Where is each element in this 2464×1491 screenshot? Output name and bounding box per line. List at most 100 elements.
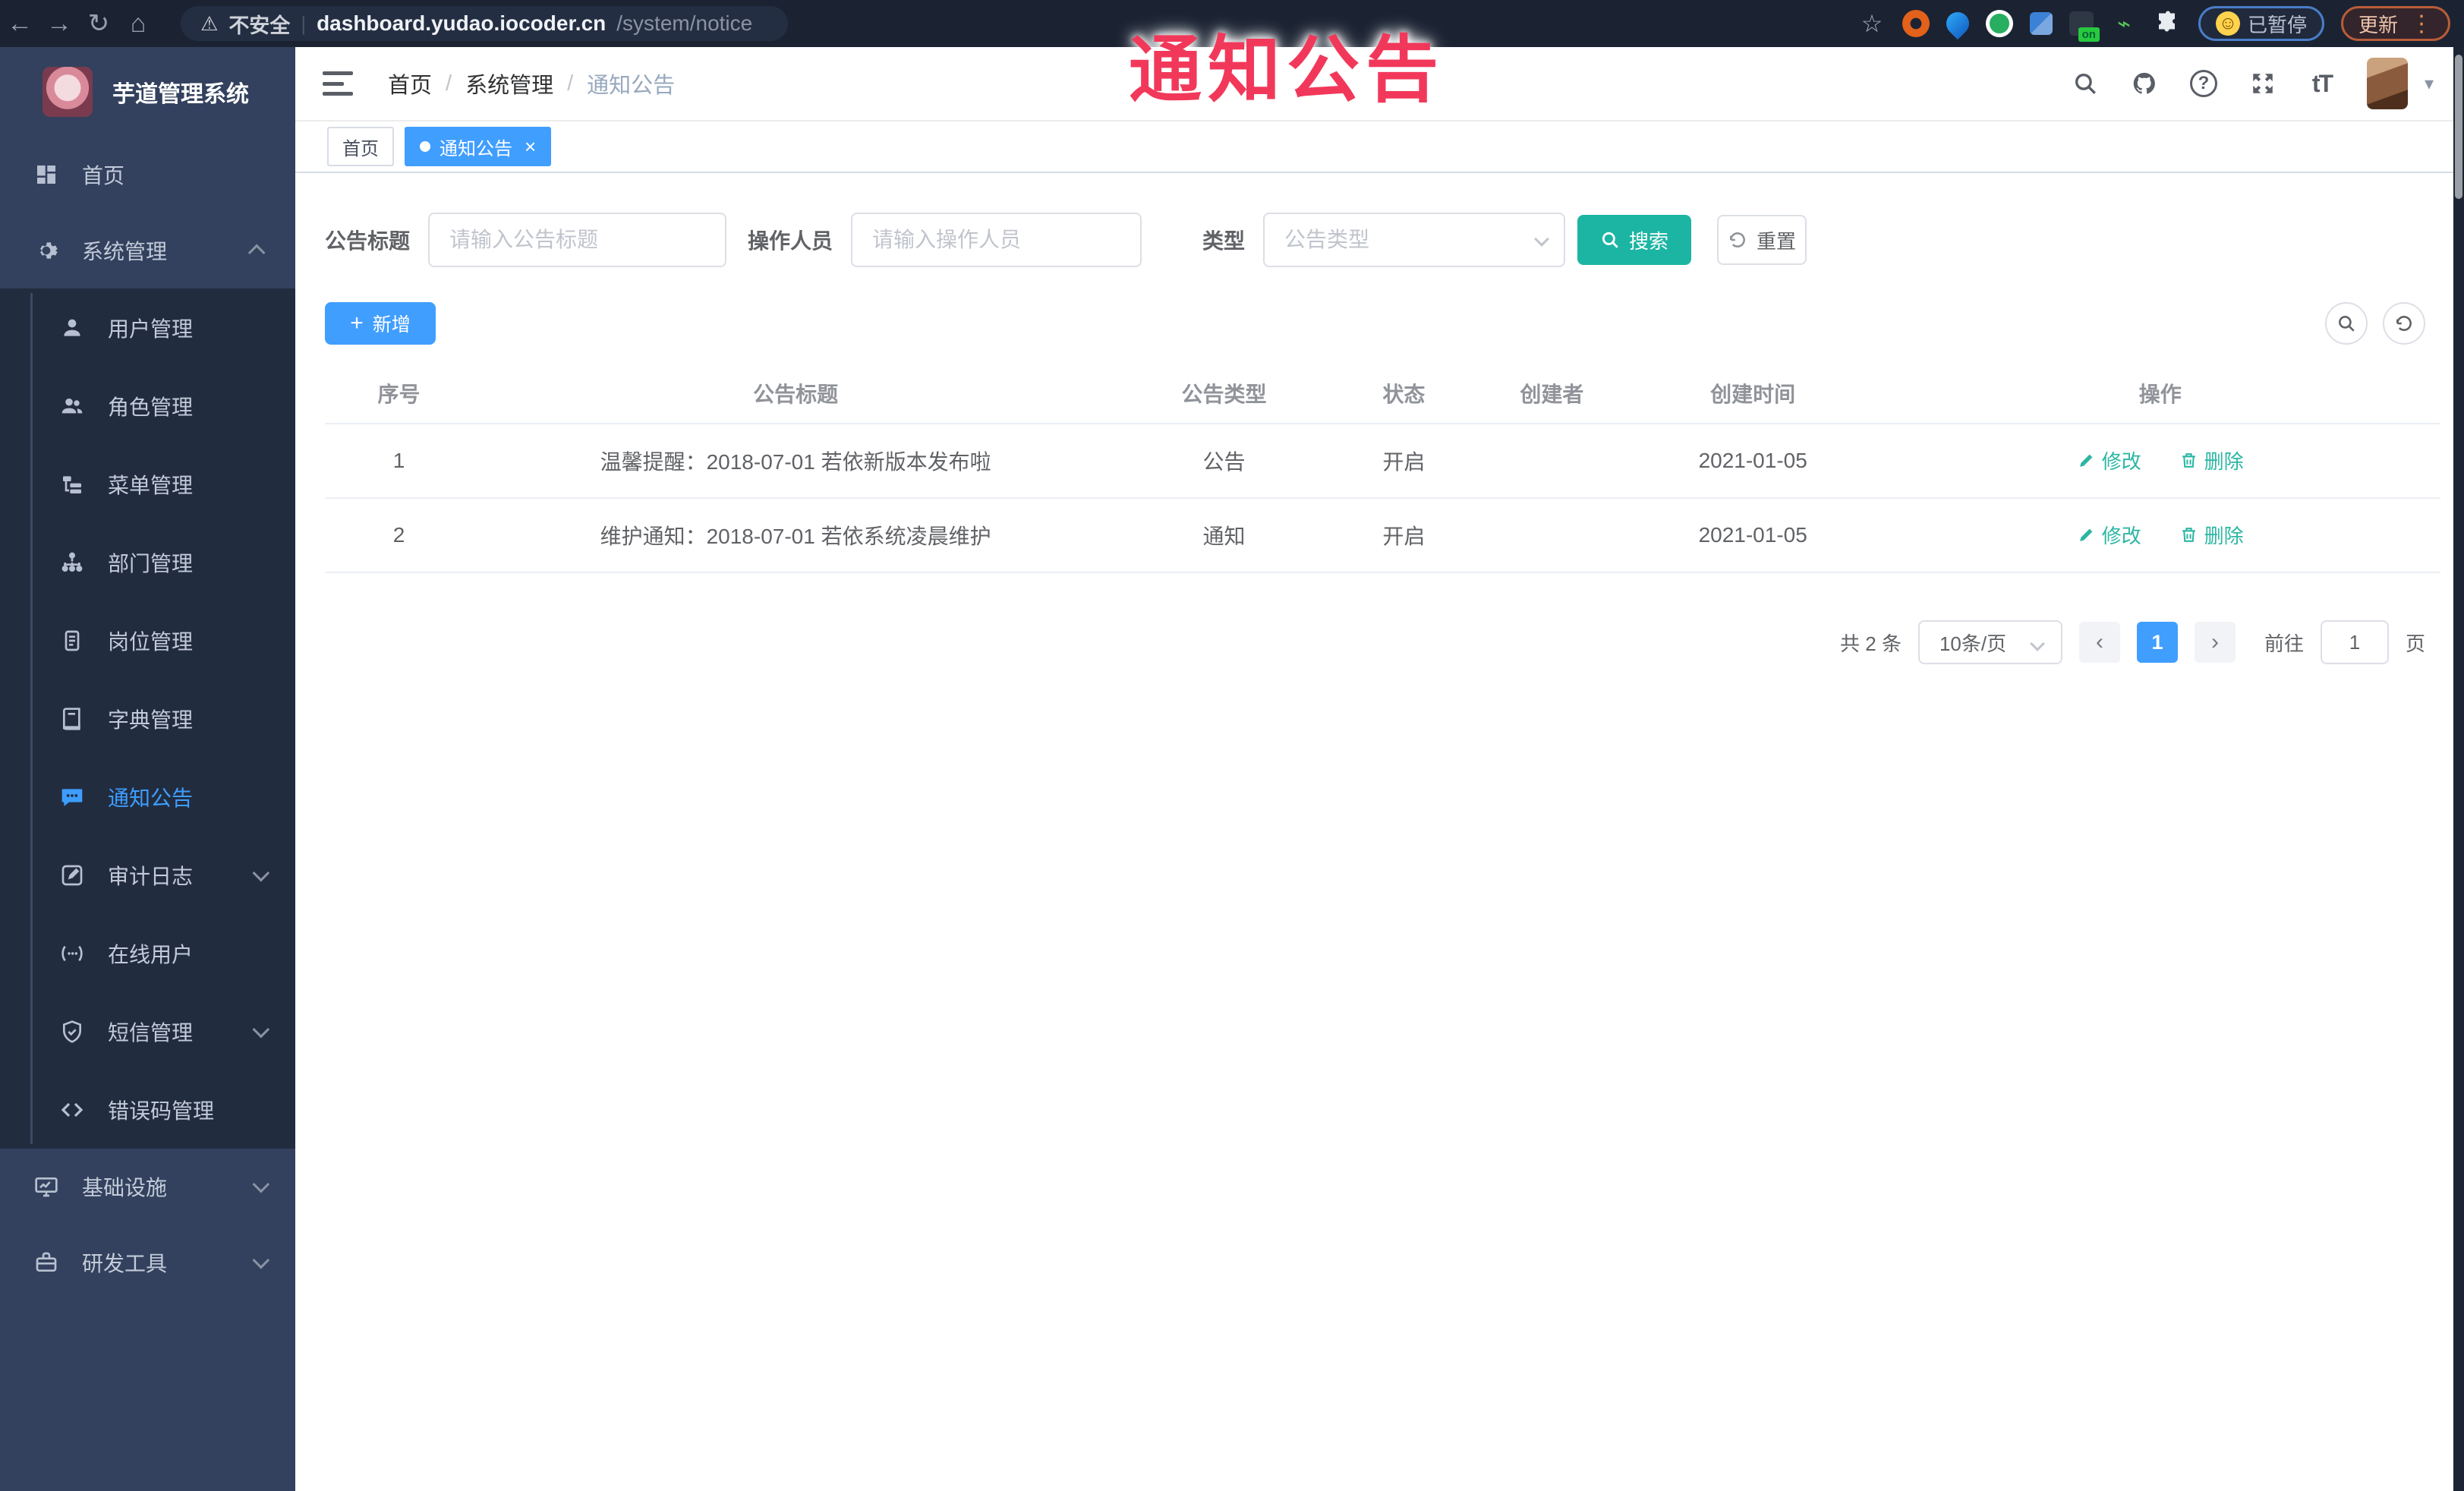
sidebar-item-dict[interactable]: 字典管理 bbox=[0, 679, 295, 758]
user-icon bbox=[59, 315, 85, 341]
browser-reload-icon[interactable]: ↻ bbox=[79, 8, 118, 39]
font-size-icon[interactable]: tT bbox=[2308, 69, 2336, 98]
delete-link-label: 删除 bbox=[2204, 525, 2244, 547]
emoji-face-icon: ☺ bbox=[2215, 11, 2240, 36]
jump-prefix: 前往 bbox=[2264, 632, 2304, 655]
sidebar-item-dev-tools[interactable]: 研发工具 bbox=[0, 1225, 295, 1300]
table-header-row: 序号 公告标题 公告类型 状态 创建者 创建时间 操作 bbox=[325, 363, 2440, 424]
code-icon bbox=[59, 1097, 85, 1123]
sidebar-item-menus[interactable]: 菜单管理 bbox=[0, 445, 295, 523]
sidebar-item-posts[interactable]: 岗位管理 bbox=[0, 601, 295, 679]
avatar-caret-icon[interactable]: ▾ bbox=[2425, 73, 2434, 95]
refresh-button[interactable] bbox=[2383, 302, 2425, 345]
breadcrumb-current: 通知公告 bbox=[587, 74, 676, 98]
table-row: 2 维护通知：2018-07-01 若依系统凌晨维护 通知 开启 2021-01… bbox=[325, 497, 2440, 573]
search-button[interactable]: 搜索 bbox=[1577, 215, 1692, 265]
edit-link[interactable]: 修改 bbox=[2077, 446, 2141, 474]
sidebar-item-notice[interactable]: 通知公告 bbox=[0, 758, 295, 836]
book-icon bbox=[59, 706, 85, 732]
type-select-input[interactable] bbox=[1263, 213, 1566, 267]
extension-orange-icon[interactable] bbox=[1902, 10, 1930, 37]
sidebar-toggle-icon[interactable] bbox=[323, 71, 353, 96]
user-avatar[interactable] bbox=[2366, 58, 2408, 109]
extension-drop-icon[interactable] bbox=[1941, 7, 1974, 40]
hide-search-button[interactable] bbox=[2325, 302, 2368, 345]
reset-button[interactable]: 重置 bbox=[1717, 215, 1807, 265]
chevron-down-icon bbox=[252, 1251, 270, 1269]
fullscreen-icon[interactable] bbox=[2248, 69, 2277, 98]
add-button[interactable]: + 新增 bbox=[325, 302, 436, 345]
sidebar-item-home[interactable]: 首页 bbox=[0, 137, 295, 213]
sidebar-item-audit-log[interactable]: 审计日志 bbox=[0, 836, 295, 914]
edit-log-icon bbox=[59, 862, 85, 888]
scrollbar-thumb[interactable] bbox=[2455, 55, 2462, 199]
sidebar-item-label: 岗位管理 bbox=[108, 629, 194, 654]
cell-no: 2 bbox=[325, 497, 474, 573]
extension-sprout-icon[interactable]: ⌁ bbox=[2110, 10, 2138, 37]
chevron-down-icon bbox=[252, 1175, 270, 1193]
col-actions: 操作 bbox=[2138, 382, 2182, 406]
bookmark-star-icon[interactable]: ☆ bbox=[1858, 10, 1886, 37]
sidebar-item-label: 短信管理 bbox=[108, 1020, 194, 1045]
delete-link-label: 删除 bbox=[2204, 450, 2244, 473]
tag-notice[interactable]: 通知公告 × bbox=[405, 127, 552, 166]
sidebar-item-roles[interactable]: 角色管理 bbox=[0, 367, 295, 445]
search-icon[interactable] bbox=[2071, 69, 2100, 98]
col-no: 序号 bbox=[377, 382, 421, 406]
col-type: 公告类型 bbox=[1181, 382, 1267, 406]
page-size-select[interactable]: 10条/页 bbox=[1917, 620, 2062, 664]
delete-link[interactable]: 删除 bbox=[2179, 446, 2244, 474]
browser-update-button[interactable]: 更新 ⋮ bbox=[2340, 6, 2450, 41]
breadcrumb-system[interactable]: 系统管理 bbox=[465, 68, 553, 99]
tag-label: 通知公告 bbox=[440, 138, 512, 159]
paused-label: 已暂停 bbox=[2247, 13, 2307, 36]
prev-page-button[interactable]: ‹ bbox=[2078, 622, 2120, 663]
close-icon[interactable]: × bbox=[525, 137, 536, 156]
app-logo-row[interactable]: 芋道管理系统 bbox=[0, 47, 295, 137]
browser-menu-icon[interactable]: ⋮ bbox=[2410, 11, 2433, 37]
extensions-puzzle-icon[interactable] bbox=[2154, 10, 2182, 37]
page-size-value: 10条/页 bbox=[1939, 632, 2007, 655]
browser-back-icon[interactable]: ← bbox=[0, 9, 39, 39]
tag-home[interactable]: 首页 bbox=[327, 127, 394, 166]
operator-field-label: 操作人员 bbox=[748, 229, 833, 253]
sidebar: 芋道管理系统 首页 系统管理 用户管理 角色管理 菜单管理 部门管理 岗位管理 … bbox=[0, 47, 295, 1491]
not-secure-label: 不安全 bbox=[228, 14, 291, 37]
breadcrumb-home[interactable]: 首页 bbox=[388, 68, 432, 99]
pagination: 共 2 条 10条/页 ‹ 1 › 前往 页 bbox=[325, 620, 2440, 664]
type-select[interactable] bbox=[1263, 213, 1566, 267]
profile-paused-chip[interactable]: ☺ 已暂停 bbox=[2198, 6, 2324, 41]
delete-link[interactable]: 删除 bbox=[2179, 521, 2244, 549]
cell-actions: 修改 删除 bbox=[1880, 497, 2440, 573]
edit-link-label: 修改 bbox=[2101, 450, 2141, 473]
sidebar-item-label: 部门管理 bbox=[108, 551, 194, 575]
sidebar-item-online-users[interactable]: 在线用户 bbox=[0, 914, 295, 992]
sidebar-item-departments[interactable]: 部门管理 bbox=[0, 523, 295, 601]
page-number-1[interactable]: 1 bbox=[2136, 622, 2178, 663]
sidebar-item-error-code[interactable]: 错误码管理 bbox=[0, 1070, 295, 1149]
browser-home-icon[interactable]: ⌂ bbox=[118, 9, 158, 39]
help-icon[interactable]: ? bbox=[2189, 69, 2218, 98]
edit-link[interactable]: 修改 bbox=[2077, 521, 2141, 549]
operator-input[interactable] bbox=[851, 213, 1142, 267]
extension-green-icon[interactable] bbox=[1985, 10, 2013, 37]
page-scrollbar[interactable] bbox=[2453, 47, 2464, 1491]
github-icon[interactable] bbox=[2130, 69, 2159, 98]
title-input[interactable] bbox=[428, 213, 727, 267]
extension-gem-icon[interactable] bbox=[2029, 12, 2053, 35]
jump-page-input[interactable] bbox=[2320, 620, 2389, 664]
sidebar-item-users[interactable]: 用户管理 bbox=[0, 288, 295, 367]
next-page-button[interactable]: › bbox=[2194, 622, 2236, 663]
sidebar-item-infrastructure[interactable]: 基础设施 bbox=[0, 1149, 295, 1225]
cell-created: 2021-01-05 bbox=[1625, 497, 1880, 573]
add-button-label: 新增 bbox=[372, 314, 411, 336]
address-bar[interactable]: ⚠ 不安全 | dashboard.yudao.iocoder.cn/syste… bbox=[181, 6, 788, 41]
sidebar-item-sms[interactable]: 短信管理 bbox=[0, 992, 295, 1070]
sidebar-item-system[interactable]: 系统管理 bbox=[0, 213, 295, 288]
browser-forward-icon[interactable]: → bbox=[39, 9, 79, 39]
system-submenu: 用户管理 角色管理 菜单管理 部门管理 岗位管理 字典管理 通知公告 审计日志 … bbox=[0, 288, 295, 1149]
extension-dark-icon[interactable]: on bbox=[2069, 11, 2100, 42]
cell-title: 维护通知：2018-07-01 若依系统凌晨维护 bbox=[473, 497, 1119, 573]
active-tag-dot bbox=[420, 141, 430, 152]
url-host: dashboard.yudao.iocoder.cn bbox=[317, 11, 607, 35]
